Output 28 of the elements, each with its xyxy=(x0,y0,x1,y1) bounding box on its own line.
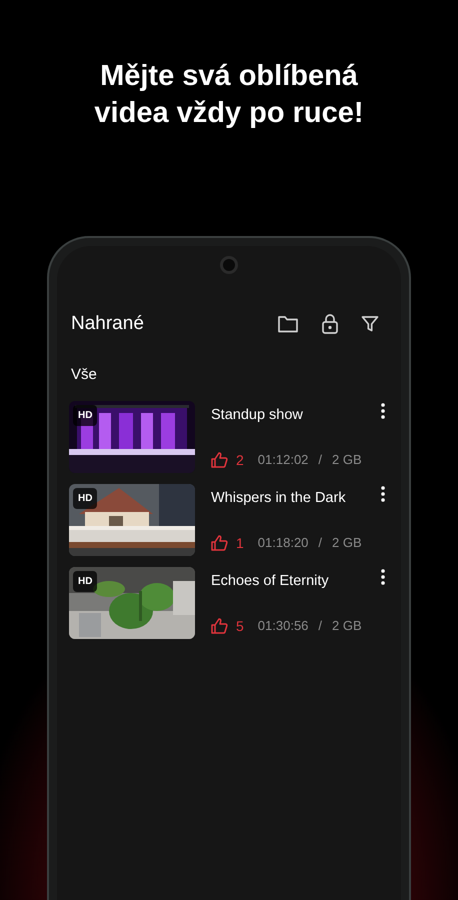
like-count: 5 xyxy=(236,616,244,636)
like-count: 2 xyxy=(236,450,244,470)
video-title[interactable]: Echoes of Eternity xyxy=(211,566,377,592)
separator: / xyxy=(318,534,322,552)
video-title[interactable]: Standup show xyxy=(211,400,377,426)
thumbs-up-icon[interactable] xyxy=(211,452,228,468)
duration: 01:30:56 xyxy=(258,617,308,636)
camera-icon xyxy=(220,256,238,274)
separator: / xyxy=(318,451,322,470)
screen-title: Nahrané xyxy=(71,312,145,336)
like-count: 1 xyxy=(236,534,244,552)
video-title[interactable]: Whispers in the Dark xyxy=(211,484,377,510)
thumbs-up-icon[interactable] xyxy=(211,535,228,551)
file-size: 2 GB xyxy=(332,617,362,636)
filter-icon[interactable] xyxy=(361,315,379,334)
duration: 01:18:20 xyxy=(258,534,308,552)
quality-badge: HD xyxy=(73,404,98,426)
duration: 01:12:02 xyxy=(258,451,308,470)
section-label: Vše xyxy=(71,366,97,382)
file-size: 2 GB xyxy=(332,451,362,470)
file-size: 2 GB xyxy=(332,534,362,552)
lock-icon[interactable] xyxy=(321,313,339,336)
quality-badge: HD xyxy=(73,488,98,508)
quality-badge: HD xyxy=(73,570,98,592)
separator: / xyxy=(318,617,322,636)
folder-icon[interactable] xyxy=(277,314,299,334)
headline: Mějte svá oblíbená videa vždy po ruce! xyxy=(93,59,365,132)
thumbs-up-icon[interactable] xyxy=(211,618,228,634)
